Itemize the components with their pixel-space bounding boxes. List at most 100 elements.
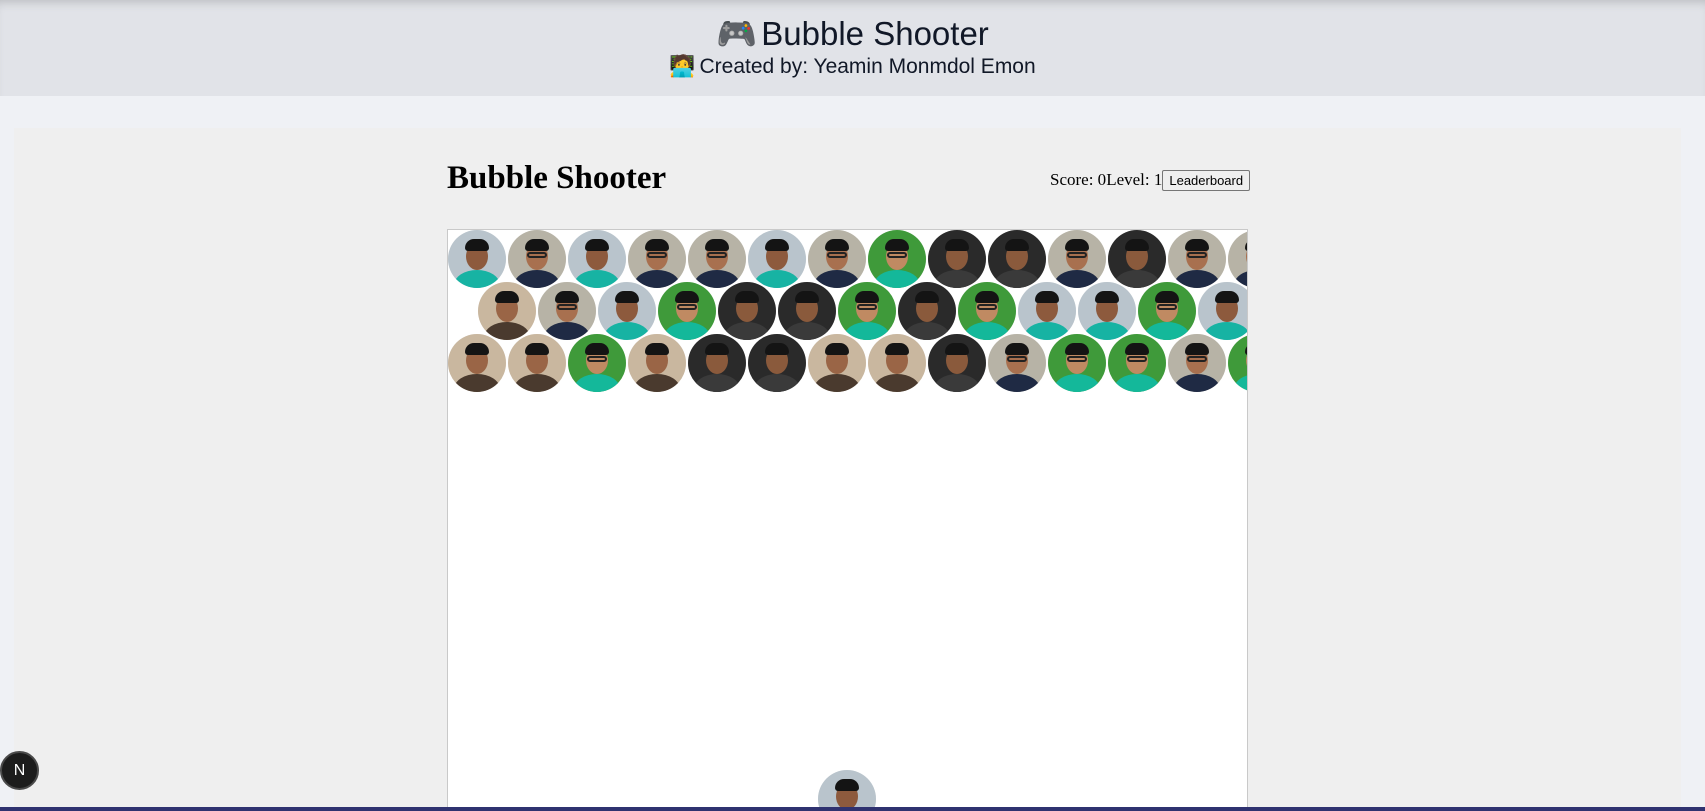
bubble-photo-hair (675, 291, 699, 303)
bubble-photo-hair (525, 239, 549, 251)
bubble-photo-hair (795, 291, 819, 303)
bubble (748, 334, 806, 392)
bubble (658, 282, 716, 340)
bubble (958, 282, 1016, 340)
bubble (1228, 230, 1248, 288)
bubble (508, 334, 566, 392)
bubble-photo-hair (555, 291, 579, 303)
bubble (1108, 334, 1166, 392)
bubble-photo-hair (615, 291, 639, 303)
score-display: Score: 0 (1050, 170, 1107, 189)
bubble-photo-hair (1035, 291, 1059, 303)
bubble (1018, 282, 1076, 340)
site-title: 🎮 Bubble Shooter (0, 14, 1705, 54)
bubble-photo-hair (735, 291, 759, 303)
bubble-photo-hair (835, 779, 859, 791)
bubble (1168, 230, 1226, 288)
bubble (718, 282, 776, 340)
game-title: Bubble Shooter (447, 160, 667, 196)
leaderboard-button[interactable]: Leaderboard (1162, 169, 1251, 191)
bubble-photo-hair (885, 239, 909, 251)
bubble-photo-glasses (1127, 356, 1147, 362)
bubble-photo-glasses (1187, 252, 1207, 258)
bubble-photo-glasses (1157, 304, 1177, 310)
site-header: 🎮 Bubble Shooter 🧑‍💻 Created by: Yeamin Mo… (0, 0, 1705, 96)
bubble (448, 334, 506, 392)
bubble-photo-hair (465, 343, 489, 355)
bubble-photo-hair (645, 343, 669, 355)
bubble-photo-glasses (557, 304, 577, 310)
bubble (1198, 282, 1247, 340)
bubble-photo-hair (1125, 343, 1149, 355)
bubble (778, 282, 836, 340)
bubble (508, 230, 566, 288)
developer-icon: 🧑‍💻 (669, 54, 696, 78)
site-subtitle: 🧑‍💻 Created by: Yeamin Monmdol Emon (0, 53, 1705, 80)
bubble-photo-glasses (1187, 356, 1207, 362)
bubble-photo-hair (765, 343, 789, 355)
bubble (928, 334, 986, 392)
bubble-photo-hair (705, 343, 729, 355)
bubble-photo-hair (975, 291, 999, 303)
bubble (1048, 230, 1106, 288)
bubble-photo-hair (1185, 343, 1209, 355)
bottom-bar (0, 807, 1705, 811)
site-title-text: Bubble Shooter (761, 15, 989, 52)
bubble (478, 282, 536, 340)
bubble-photo-glasses (1247, 356, 1248, 362)
bubble (748, 230, 806, 288)
bubble-photo-hair (825, 239, 849, 251)
bubble-photo-glasses (1247, 252, 1248, 258)
bubble-photo-hair (1065, 343, 1089, 355)
bubble (628, 334, 686, 392)
bubble-photo-glasses (587, 356, 607, 362)
bubble (538, 282, 596, 340)
bubble-photo-glasses (1067, 252, 1087, 258)
bubble-photo-glasses (977, 304, 997, 310)
game-board[interactable] (447, 229, 1248, 811)
nextjs-dev-indicator[interactable]: N (0, 751, 39, 790)
bubble-photo-hair (1185, 239, 1209, 251)
bubble-photo-hair (945, 343, 969, 355)
bubble (928, 230, 986, 288)
bubble (1168, 334, 1226, 392)
bubble-photo-hair (705, 239, 729, 251)
bubble-photo-hair (585, 343, 609, 355)
bubble-photo-hair (765, 239, 789, 251)
shooter-bubble[interactable] (818, 770, 876, 811)
bubble-photo-hair (525, 343, 549, 355)
bubble-photo-hair (885, 343, 909, 355)
bubble (868, 230, 926, 288)
bubble (688, 334, 746, 392)
bubble-photo-hair (1215, 291, 1239, 303)
bubble-photo-glasses (887, 252, 907, 258)
bubble (628, 230, 686, 288)
bubble (1138, 282, 1196, 340)
bubble (1228, 334, 1248, 392)
bubble-photo-glasses (827, 252, 847, 258)
bubble-photo-hair (945, 239, 969, 251)
bubble (568, 230, 626, 288)
bubble-photo-glasses (677, 304, 697, 310)
bubble-photo-hair (1155, 291, 1179, 303)
bubble-photo-hair (825, 343, 849, 355)
bubble (1048, 334, 1106, 392)
bubble-photo-hair (645, 239, 669, 251)
bubble (898, 282, 956, 340)
gamepad-icon: 🎮 (716, 14, 758, 53)
bubble (838, 282, 896, 340)
bubble-photo-glasses (527, 252, 547, 258)
bubble (598, 282, 656, 340)
bubble (988, 334, 1046, 392)
bubble (1108, 230, 1166, 288)
bubble-photo-hair (585, 239, 609, 251)
bubble-photo-hair (1125, 239, 1149, 251)
bubble-photo-hair (1065, 239, 1089, 251)
bubble (808, 230, 866, 288)
bubble-photo-hair (495, 291, 519, 303)
bubble (448, 230, 506, 288)
bubble-photo-hair (1005, 239, 1029, 251)
bubble-photo-hair (1095, 291, 1119, 303)
bubble (688, 230, 746, 288)
bubble-photo-glasses (857, 304, 877, 310)
